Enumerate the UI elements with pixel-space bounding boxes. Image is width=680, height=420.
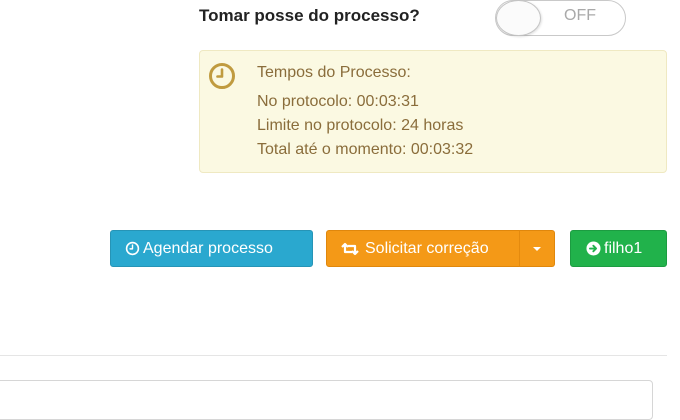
protocol-limit: Limite no protocolo: 24 horas bbox=[257, 117, 464, 134]
schedule-process-button[interactable]: Agendar processo bbox=[110, 230, 313, 267]
toggle-state-text: OFF bbox=[564, 7, 596, 24]
schedule-process-label: Agendar processo bbox=[143, 239, 273, 257]
process-times-alert: Tempos do Processo: No protocolo: 00:03:… bbox=[199, 50, 667, 173]
take-ownership-toggle[interactable]: OFF bbox=[495, 0, 626, 36]
child-process-button[interactable]: filho1 bbox=[570, 230, 667, 267]
take-ownership-label: Tomar posse do processo? bbox=[199, 6, 420, 25]
total-time: Total até o momento: 00:03:32 bbox=[257, 141, 474, 158]
content-panel bbox=[0, 380, 653, 420]
toggle-knob[interactable] bbox=[496, 0, 541, 36]
child-process-label: filho1 bbox=[604, 239, 643, 257]
time-in-protocol: No protocolo: 00:03:31 bbox=[257, 93, 419, 110]
section-divider bbox=[0, 355, 667, 356]
clock-icon bbox=[209, 63, 235, 89]
clock-icon bbox=[125, 241, 140, 256]
request-correction-label: Solicitar correção bbox=[365, 239, 489, 257]
process-times-title: Tempos do Processo: bbox=[257, 64, 411, 81]
chevron-down-icon bbox=[533, 246, 541, 251]
retweet-icon bbox=[341, 242, 359, 255]
arrow-circle-right-icon bbox=[586, 241, 601, 256]
request-correction-button[interactable]: Solicitar correção bbox=[326, 230, 520, 267]
request-correction-dropdown-toggle[interactable] bbox=[519, 230, 555, 267]
